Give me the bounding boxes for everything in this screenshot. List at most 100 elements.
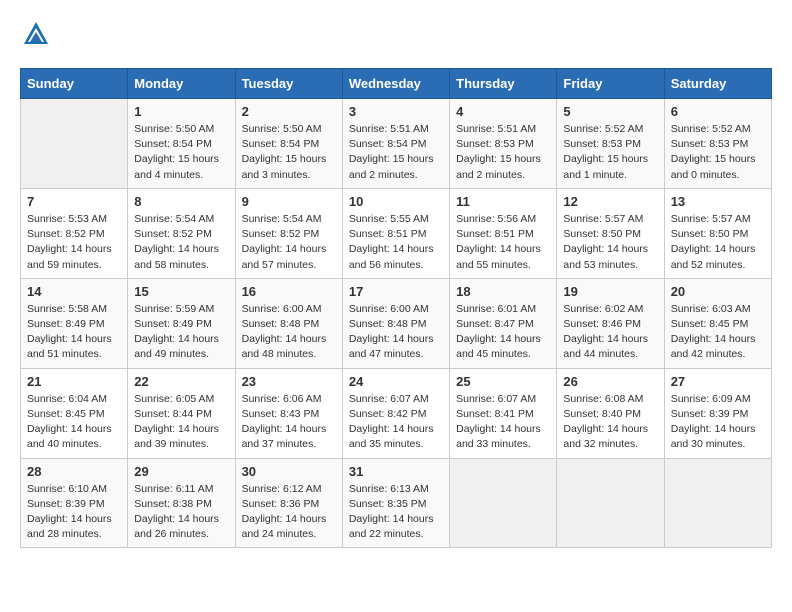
day-header-sunday: Sunday [21,69,128,99]
day-header-friday: Friday [557,69,664,99]
calendar-cell: 18 Sunrise: 6:01 AMSunset: 8:47 PMDayligh… [450,278,557,368]
day-number: 1 [134,104,228,119]
cell-content: Sunrise: 6:00 AMSunset: 8:48 PMDaylight:… [242,302,336,363]
cell-content: Sunrise: 6:10 AMSunset: 8:39 PMDaylight:… [27,482,121,543]
cell-content: Sunrise: 5:56 AMSunset: 8:51 PMDaylight:… [456,212,550,273]
day-number: 14 [27,284,121,299]
calendar-cell: 17Sunrise: 6:00 AMSunset: 8:48 PMDayligh… [342,278,449,368]
calendar-cell: 20Sunrise: 6:03 AMSunset: 8:45 PMDayligh… [664,278,771,368]
cell-content: Sunrise: 5:51 AMSunset: 8:54 PMDaylight:… [349,122,443,183]
calendar-cell: 5 Sunrise: 5:52 AMSunset: 8:53 PMDaylight… [557,99,664,189]
day-header-thursday: Thursday [450,69,557,99]
day-number: 30 [242,464,336,479]
day-number: 7 [27,194,121,209]
day-number: 25 [456,374,550,389]
cell-content: Sunrise: 6:06 AMSunset: 8:43 PMDaylight:… [242,392,336,453]
day-number: 8 [134,194,228,209]
calendar-cell [557,458,664,548]
cell-content: Sunrise: 5:57 AMSunset: 8:50 PMDaylight:… [671,212,765,273]
day-number: 12 [563,194,657,209]
calendar-header-row: SundayMondayTuesdayWednesdayThursdayFrid… [21,69,772,99]
calendar-cell: 26 Sunrise: 6:08 AMSunset: 8:40 PMDayligh… [557,368,664,458]
calendar-cell: 12 Sunrise: 5:57 AMSunset: 8:50 PMDayligh… [557,188,664,278]
calendar-cell: 19 Sunrise: 6:02 AMSunset: 8:46 PMDayligh… [557,278,664,368]
day-number: 22 [134,374,228,389]
calendar-cell: 13 Sunrise: 5:57 AMSunset: 8:50 PMDayligh… [664,188,771,278]
cell-content: Sunrise: 6:04 AMSunset: 8:45 PMDaylight:… [27,392,121,453]
day-number: 29 [134,464,228,479]
day-number: 3 [349,104,443,119]
day-number: 16 [242,284,336,299]
cell-content: Sunrise: 5:54 AMSunset: 8:52 PMDaylight:… [134,212,228,273]
calendar-cell: 7 Sunrise: 5:53 AMSunset: 8:52 PMDaylight… [21,188,128,278]
day-number: 19 [563,284,657,299]
calendar-cell: 25 Sunrise: 6:07 AMSunset: 8:41 PMDayligh… [450,368,557,458]
calendar-cell: 6Sunrise: 5:52 AMSunset: 8:53 PMDaylight… [664,99,771,189]
calendar-cell: 22 Sunrise: 6:05 AMSunset: 8:44 PMDayligh… [128,368,235,458]
day-number: 4 [456,104,550,119]
calendar-cell: 21Sunrise: 6:04 AMSunset: 8:45 PMDayligh… [21,368,128,458]
day-header-saturday: Saturday [664,69,771,99]
calendar-week-row: 28 Sunrise: 6:10 AMSunset: 8:39 PMDayligh… [21,458,772,548]
calendar-cell: 24 Sunrise: 6:07 AMSunset: 8:42 PMDayligh… [342,368,449,458]
cell-content: Sunrise: 5:53 AMSunset: 8:52 PMDaylight:… [27,212,121,273]
day-number: 24 [349,374,443,389]
day-number: 18 [456,284,550,299]
day-number: 13 [671,194,765,209]
day-number: 10 [349,194,443,209]
day-number: 6 [671,104,765,119]
logo-icon [22,20,50,48]
day-number: 27 [671,374,765,389]
cell-content: Sunrise: 6:01 AMSunset: 8:47 PMDaylight:… [456,302,550,363]
header [20,20,772,52]
day-number: 2 [242,104,336,119]
cell-content: Sunrise: 6:07 AMSunset: 8:42 PMDaylight:… [349,392,443,453]
day-number: 5 [563,104,657,119]
calendar-cell [450,458,557,548]
logo [20,20,50,52]
cell-content: Sunrise: 6:07 AMSunset: 8:41 PMDaylight:… [456,392,550,453]
calendar-cell: 1Sunrise: 5:50 AMSunset: 8:54 PMDaylight… [128,99,235,189]
day-header-wednesday: Wednesday [342,69,449,99]
calendar-cell [21,99,128,189]
calendar-cell [664,458,771,548]
cell-content: Sunrise: 6:13 AMSunset: 8:35 PMDaylight:… [349,482,443,543]
calendar-cell: 14 Sunrise: 5:58 AMSunset: 8:49 PMDayligh… [21,278,128,368]
day-header-monday: Monday [128,69,235,99]
cell-content: Sunrise: 6:09 AMSunset: 8:39 PMDaylight:… [671,392,765,453]
day-number: 26 [563,374,657,389]
day-header-tuesday: Tuesday [235,69,342,99]
calendar-week-row: 14 Sunrise: 5:58 AMSunset: 8:49 PMDayligh… [21,278,772,368]
cell-content: Sunrise: 5:57 AMSunset: 8:50 PMDaylight:… [563,212,657,273]
cell-content: Sunrise: 5:52 AMSunset: 8:53 PMDaylight:… [563,122,657,183]
day-number: 15 [134,284,228,299]
cell-content: Sunrise: 6:05 AMSunset: 8:44 PMDaylight:… [134,392,228,453]
cell-content: Sunrise: 6:08 AMSunset: 8:40 PMDaylight:… [563,392,657,453]
cell-content: Sunrise: 5:54 AMSunset: 8:52 PMDaylight:… [242,212,336,273]
cell-content: Sunrise: 5:58 AMSunset: 8:49 PMDaylight:… [27,302,121,363]
day-number: 28 [27,464,121,479]
calendar-week-row: 1 Sunrise: 5:50 AMSunset: 8:54 PMDaylight… [21,99,772,189]
calendar-cell: 23Sunrise: 6:06 AMSunset: 8:43 PMDayligh… [235,368,342,458]
calendar-cell: 11 Sunrise: 5:56 AMSunset: 8:51 PMDayligh… [450,188,557,278]
day-number: 17 [349,284,443,299]
calendar-cell: 8 Sunrise: 5:54 AMSunset: 8:52 PMDaylight… [128,188,235,278]
day-number: 31 [349,464,443,479]
calendar-cell: 27 Sunrise: 6:09 AMSunset: 8:39 PMDayligh… [664,368,771,458]
logo-text [20,20,50,52]
calendar-cell: 10 Sunrise: 5:55 AMSunset: 8:51 PMDayligh… [342,188,449,278]
cell-content: Sunrise: 5:50 AMSunset: 8:54 PMDaylight:… [242,122,336,183]
calendar-cell: 2 Sunrise: 5:50 AMSunset: 8:54 PMDaylight… [235,99,342,189]
cell-content: Sunrise: 5:55 AMSunset: 8:51 PMDaylight:… [349,212,443,273]
cell-content: Sunrise: 6:11 AMSunset: 8:38 PMDaylight:… [134,482,228,543]
calendar-week-row: 7 Sunrise: 5:53 AMSunset: 8:52 PMDaylight… [21,188,772,278]
calendar-cell: 28 Sunrise: 6:10 AMSunset: 8:39 PMDayligh… [21,458,128,548]
cell-content: Sunrise: 5:59 AMSunset: 8:49 PMDaylight:… [134,302,228,363]
calendar-cell: 3 Sunrise: 5:51 AMSunset: 8:54 PMDaylight… [342,99,449,189]
calendar-table: SundayMondayTuesdayWednesdayThursdayFrid… [20,68,772,548]
calendar-body: 1 Sunrise: 5:50 AMSunset: 8:54 PMDaylight… [21,99,772,548]
cell-content: Sunrise: 6:02 AMSunset: 8:46 PMDaylight:… [563,302,657,363]
calendar-cell: 31 Sunrise: 6:13 AMSunset: 8:35 PMDayligh… [342,458,449,548]
day-number: 11 [456,194,550,209]
day-number: 20 [671,284,765,299]
